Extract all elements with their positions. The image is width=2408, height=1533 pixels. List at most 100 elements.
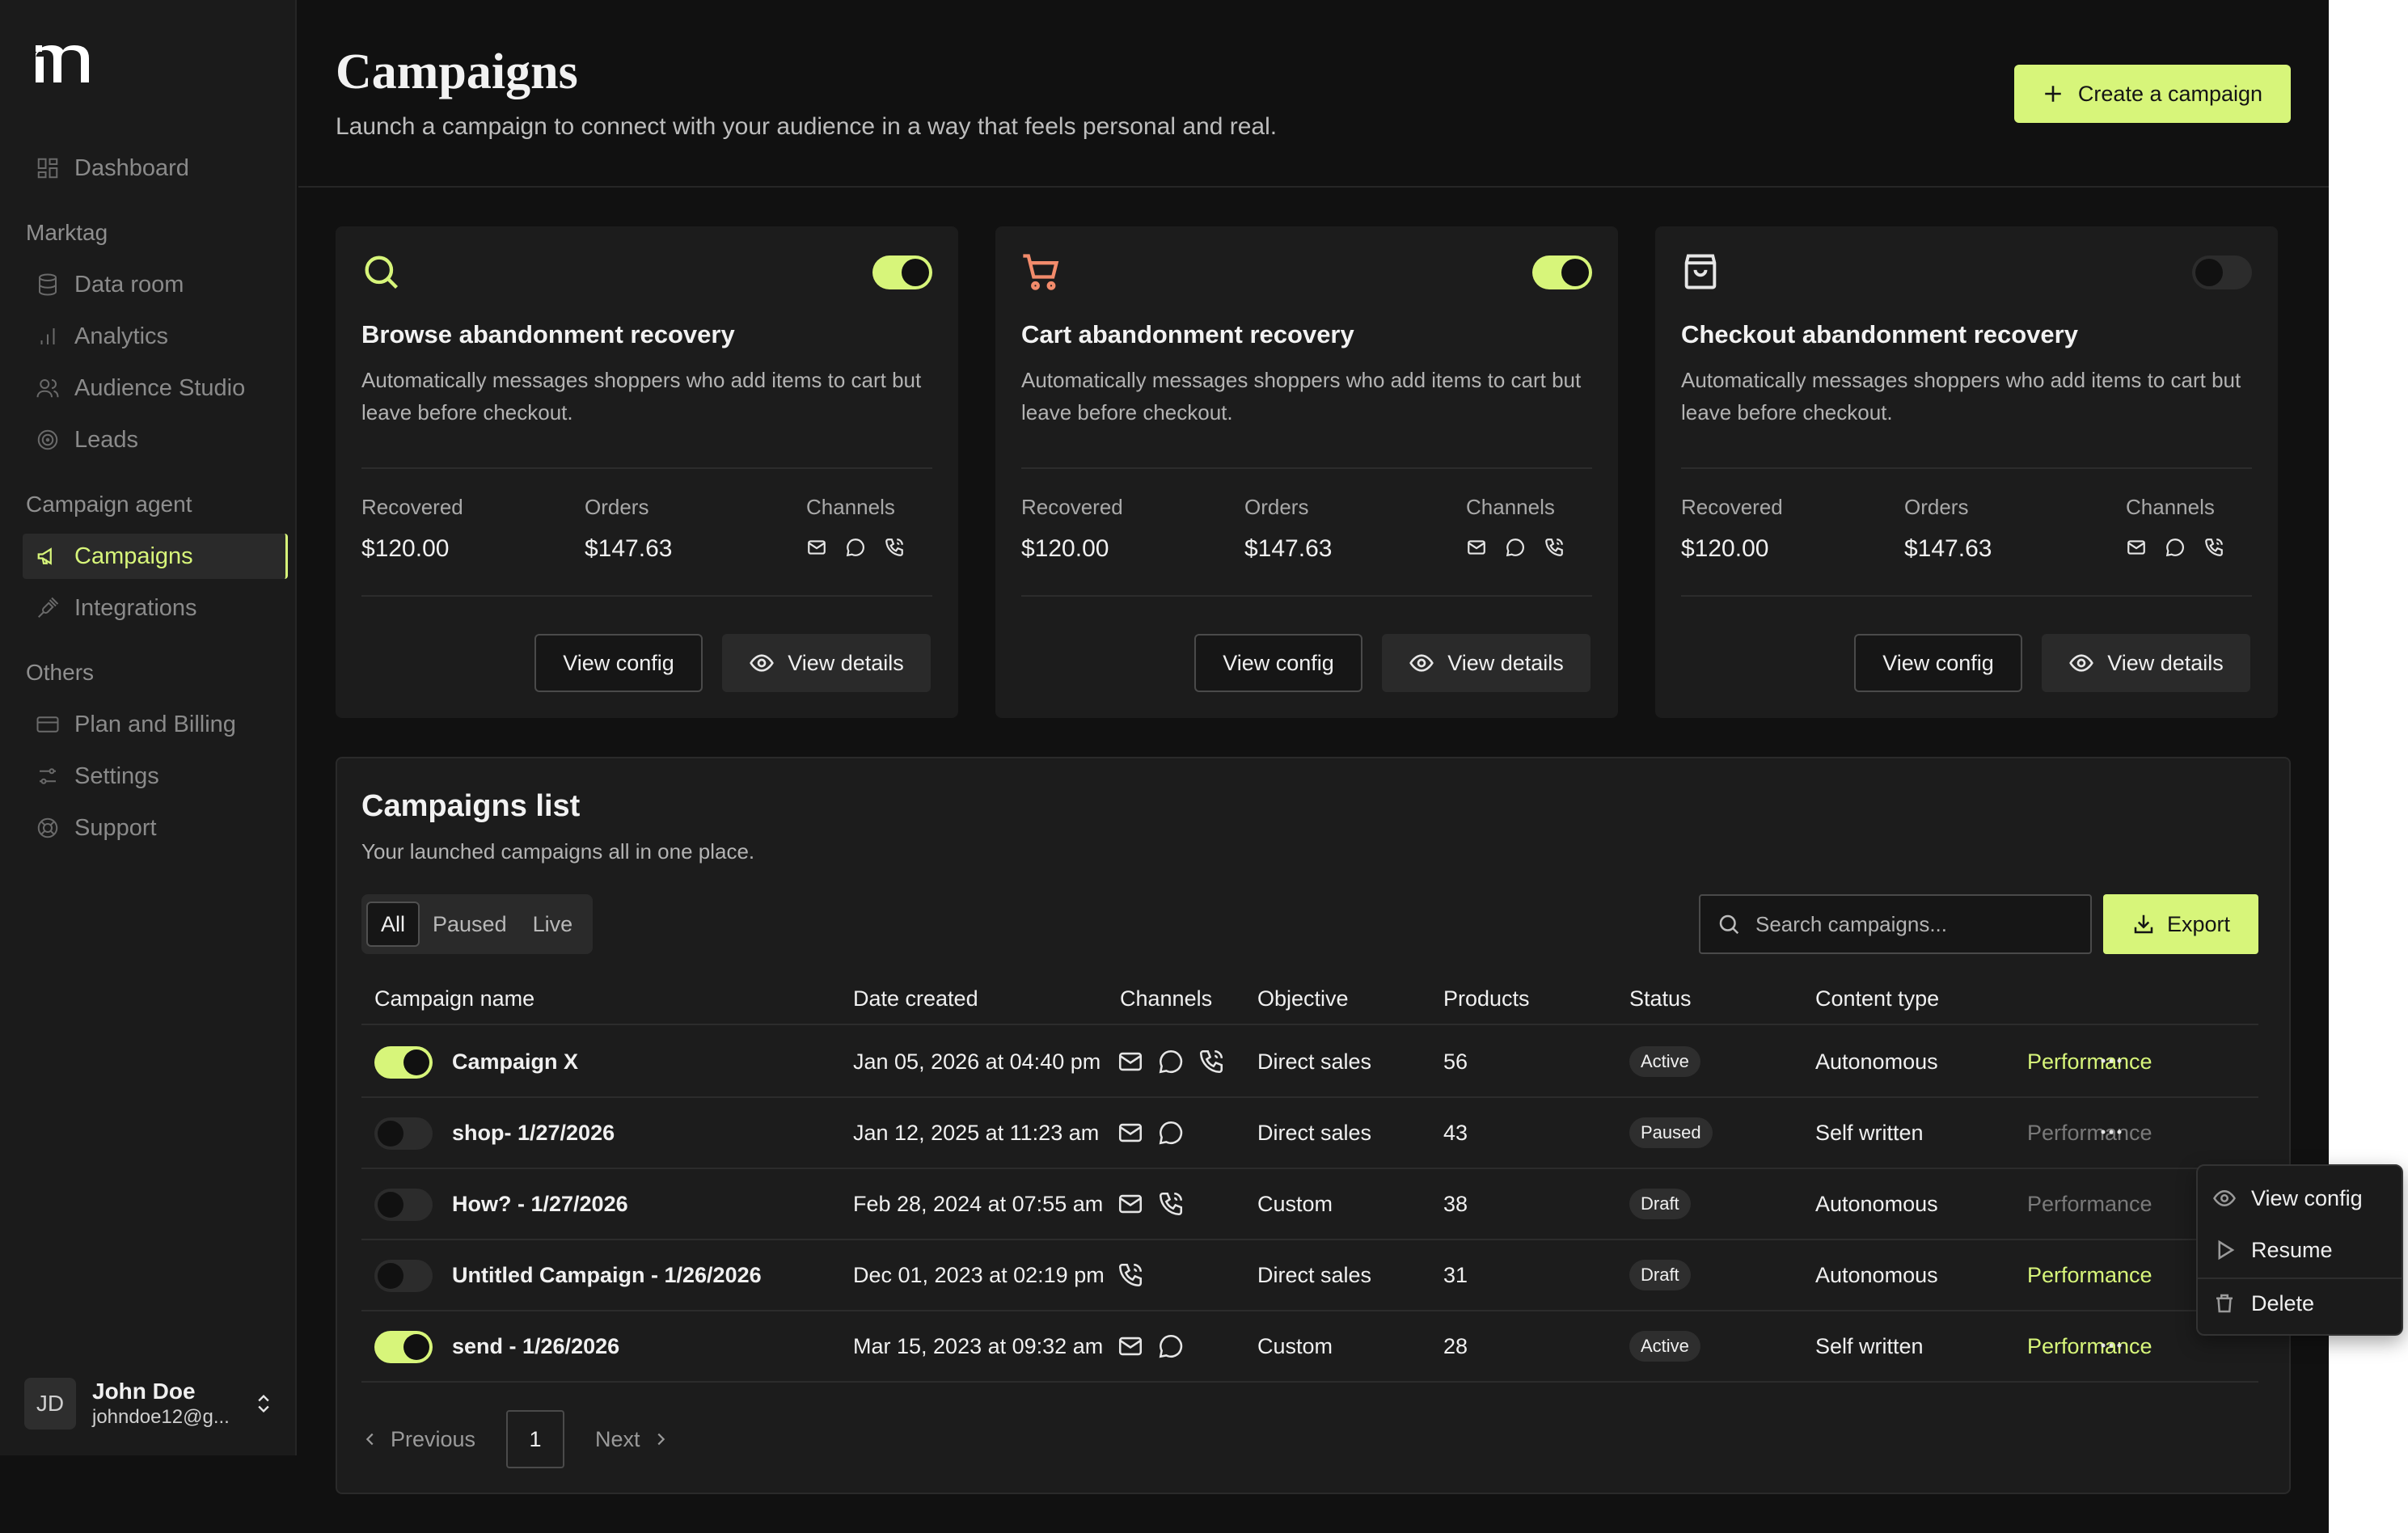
campaign-name[interactable]: send - 1/26/2026	[452, 1334, 619, 1359]
column-header-channels[interactable]: Channels	[1120, 986, 1212, 1011]
divider	[1021, 467, 1592, 469]
performance-link[interactable]: Performance	[2027, 1049, 2152, 1075]
sidebar-item-support[interactable]: Support	[23, 805, 288, 851]
date-created: Mar 15, 2023 at 09:32 am	[853, 1334, 1104, 1358]
performance-link[interactable]: Performance	[2027, 1192, 2152, 1217]
column-header-content-type[interactable]: Content type	[1815, 986, 1939, 1011]
more-options-icon[interactable]	[2095, 1336, 2127, 1355]
row-enable-toggle[interactable]	[374, 1331, 433, 1363]
view-config-button[interactable]: View config	[534, 634, 703, 692]
card-enable-toggle[interactable]	[1532, 256, 1592, 289]
channels-label: Channels	[1466, 495, 1555, 519]
export-button[interactable]: Export	[2103, 894, 2258, 954]
orders-label: Orders	[1244, 495, 1309, 519]
chat-icon	[1159, 1049, 1183, 1074]
sidebar-item-dashboard[interactable]: Dashboard	[23, 146, 288, 191]
menu-item-resume[interactable]: Resume	[2212, 1227, 2390, 1273]
search-box[interactable]	[1699, 894, 2092, 954]
view-details-button[interactable]: View details	[1382, 634, 1591, 692]
card-enable-toggle[interactable]	[2192, 256, 2252, 289]
sidebar-item-label: Integrations	[74, 594, 197, 621]
view-config-button[interactable]: View config	[1854, 634, 2022, 692]
table-row[interactable]: Untitled Campaign - 1/26/2026 Dec 01, 20…	[361, 1240, 2258, 1311]
campaign-name[interactable]: shop- 1/27/2026	[452, 1121, 615, 1146]
view-config-button[interactable]: View config	[1194, 634, 1362, 692]
column-header-date-created[interactable]: Date created	[853, 986, 978, 1011]
column-header-campaign-name[interactable]: Campaign name	[374, 986, 534, 1011]
phone-icon	[1545, 538, 1563, 556]
sidebar-item-integrations[interactable]: Integrations	[23, 585, 288, 631]
table-row[interactable]: send - 1/26/2026 Mar 15, 2023 at 09:32 a…	[361, 1311, 2258, 1383]
menu-item-delete[interactable]: Delete	[2212, 1281, 2390, 1326]
view-details-button[interactable]: View details	[722, 634, 931, 692]
more-options-icon[interactable]	[2095, 1122, 2127, 1142]
menu-item-view-config[interactable]: View config	[2212, 1176, 2390, 1221]
column-header-status[interactable]: Status	[1629, 986, 1692, 1011]
orders-label: Orders	[1904, 495, 1969, 519]
divider	[1681, 467, 2252, 469]
table-row[interactable]: shop- 1/27/2026 Jan 12, 2025 at 11:23 am…	[361, 1098, 2258, 1169]
sidebar-item-label: Leads	[74, 426, 139, 453]
sidebar-item-campaigns[interactable]: Campaigns	[23, 534, 288, 579]
performance-link[interactable]: Performance	[2027, 1263, 2152, 1288]
recovered-label: Recovered	[1021, 495, 1123, 519]
sliders-icon	[40, 768, 56, 784]
table-row[interactable]: Campaign X Jan 05, 2026 at 04:40 pm Dire…	[361, 1027, 2258, 1098]
chat-icon	[1506, 538, 1524, 557]
campaign-name[interactable]: Untitled Campaign - 1/26/2026	[452, 1263, 762, 1288]
tab-live[interactable]: Live	[520, 902, 586, 947]
row-enable-toggle[interactable]	[374, 1046, 433, 1079]
create-campaign-button[interactable]: Create a campaign	[2014, 65, 2291, 123]
search-input[interactable]	[1755, 911, 2079, 937]
lifebuoy-icon	[37, 817, 58, 838]
recovery-card-browse: Browse abandonment recovery Automaticall…	[336, 226, 958, 718]
campaign-name[interactable]: Campaign X	[452, 1049, 578, 1075]
tab-all[interactable]: All	[366, 902, 420, 947]
sidebar-item-leads[interactable]: Leads	[23, 417, 288, 462]
sidebar-item-analytics[interactable]: Analytics	[23, 314, 288, 359]
sidebar-item-settings[interactable]: Settings	[23, 754, 288, 799]
next-page-button[interactable]: Next	[595, 1427, 670, 1452]
view-details-button[interactable]: View details	[2042, 634, 2250, 692]
row-enable-toggle[interactable]	[374, 1117, 433, 1150]
create-campaign-label: Create a campaign	[2077, 81, 2263, 106]
divider	[361, 595, 932, 597]
user-menu[interactable]: JD John Doe johndoe12@g...	[24, 1375, 275, 1433]
phone-icon	[2205, 538, 2223, 556]
row-enable-toggle[interactable]	[374, 1189, 433, 1221]
column-header-objective[interactable]: Objective	[1257, 986, 1349, 1011]
recovered-label: Recovered	[361, 495, 463, 519]
channel-icons	[1117, 1119, 1185, 1147]
plug-icon	[38, 597, 59, 618]
card-description: Automatically messages shoppers who add …	[1681, 368, 2241, 424]
date-created: Jan 05, 2026 at 04:40 pm	[853, 1049, 1101, 1074]
sidebar-item-audience-studio[interactable]: Audience Studio	[23, 365, 288, 411]
table-row[interactable]: How? - 1/27/2026 Feb 28, 2024 at 07:55 a…	[361, 1169, 2258, 1240]
chat-icon	[846, 538, 864, 557]
products: 38	[1443, 1192, 1468, 1216]
column-header-products[interactable]: Products	[1443, 986, 1530, 1011]
performance-link[interactable]: Performance	[2027, 1121, 2152, 1146]
row-enable-toggle[interactable]	[374, 1260, 433, 1292]
tab-paused[interactable]: Paused	[420, 902, 520, 947]
sidebar-item-label: Plan and Billing	[74, 711, 236, 737]
previous-page-button[interactable]: Previous	[361, 1427, 475, 1452]
sidebar-item-label: Data room	[74, 271, 184, 298]
phone-icon	[1118, 1263, 1143, 1287]
plus-icon	[2045, 86, 2061, 102]
campaigns-list-panel: Campaigns list Your launched campaigns a…	[336, 757, 2291, 1494]
trash-icon	[2216, 1294, 2233, 1313]
performance-link[interactable]: Performance	[2027, 1334, 2152, 1359]
brand-logo-icon[interactable]	[34, 45, 97, 84]
card-enable-toggle[interactable]	[872, 256, 932, 289]
campaign-name[interactable]: How? - 1/27/2026	[452, 1192, 628, 1217]
table-header: Campaign name Date created Channels Obje…	[361, 978, 2258, 1025]
recovery-card-checkout: Checkout abandonment recovery Automatica…	[1655, 226, 2278, 718]
download-icon	[2134, 914, 2153, 934]
sidebar-item-plan-billing[interactable]: Plan and Billing	[23, 702, 288, 747]
more-options-icon[interactable]	[2095, 1051, 2127, 1071]
sidebar-item-data-room[interactable]: Data room	[23, 262, 288, 307]
chevron-up-down-icon[interactable]	[252, 1391, 275, 1417]
page-number-button[interactable]: 1	[506, 1410, 565, 1468]
grid-icon	[37, 158, 58, 179]
